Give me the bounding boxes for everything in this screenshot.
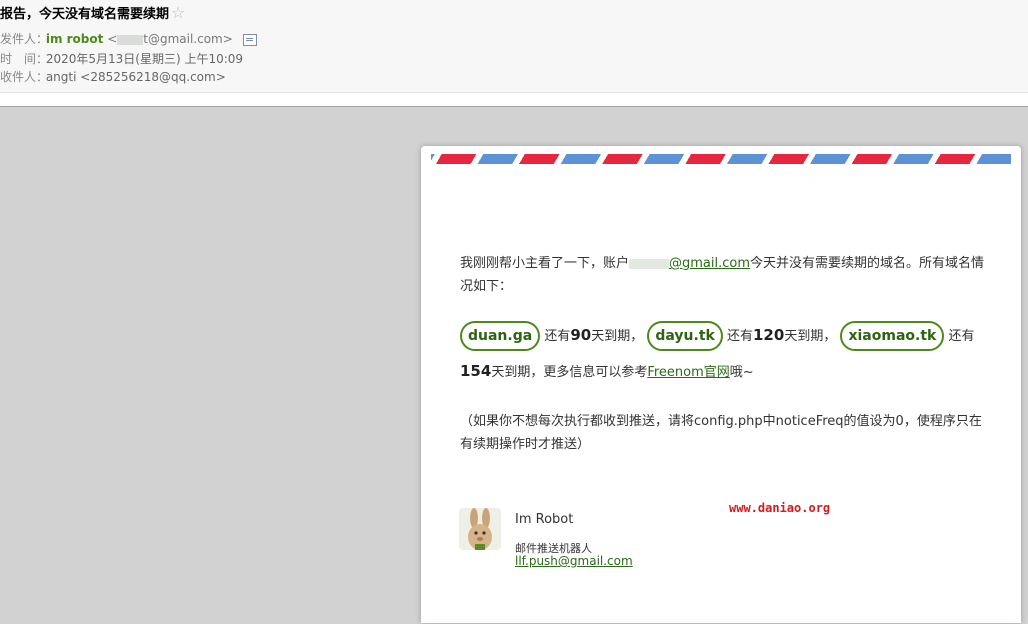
config-note: （如果你不想每次执行都收到推送，请将config.php中noticeFreq的… [460,414,982,452]
redacted-email-blur [117,34,144,45]
avatar [459,508,501,550]
time-label: 时 间： [0,52,49,66]
time-value: 2020年5月13日(星期三) 上午10:09 [45,52,244,66]
airmail-stripe [431,154,1011,164]
domain-pill: xiaomao.tk [840,321,945,351]
subject-text: 报告，今天没有域名需要续期 [0,7,170,22]
mail-header: 报告，今天没有域名需要续期 ☆ 发件人： im robot < t@gmail.co… [0,0,1028,93]
recipient-value: angti <285256218@qq.com> [45,70,226,84]
intro-text-a: 我刚刚帮小主看了一下，账户 [460,256,630,271]
recipient-row: 收件人： angti <285256218@qq.com> [0,68,226,85]
domain-pre-text: 还有 [726,329,753,344]
domain-post-text: 天到期， [784,329,837,344]
rabbit-avatar-icon [459,508,501,550]
sender-email-prefix: < [107,32,118,46]
sender-label: 发件人： [0,32,49,46]
domain-days: 154 [460,362,492,380]
domain-days: 120 [753,326,785,344]
signature-email-link[interactable]: llf.push@gmail.com [515,554,633,568]
sender-row: 发件人： im robot < t@gmail.com> [0,30,257,47]
mail-subject: 报告，今天没有域名需要续期 ☆ [0,3,185,22]
more-info-text: 更多信息可以参考 [543,365,648,380]
redacted-account-blur [629,258,670,269]
domain-pre-text: 还有 [544,329,571,344]
more-info-tail: 哦~ [729,365,754,380]
mail-body: 我刚刚帮小主看了一下，账户 @gmail.com今天并没有需要续期的域名。所有域名… [460,252,985,456]
freenom-link[interactable]: Freenom官网 [647,365,729,380]
domain-post-text: 天到期， [591,329,644,344]
domain-post-text: 天到期， [491,365,544,380]
recipient-label: 收件人： [0,70,49,84]
sender-name[interactable]: im robot [46,32,104,46]
domain-pill: dayu.tk [647,321,723,351]
domain-days: 90 [570,326,592,344]
contact-card-icon[interactable] [242,33,257,46]
domains-paragraph: duan.ga 还有90天到期， dayu.tk 还有120天到期， xiaom… [460,318,985,390]
domain-pill: duan.ga [460,321,541,351]
mail-card: 我刚刚帮小主看了一下，账户 @gmail.com今天并没有需要续期的域名。所有域名… [421,146,1021,623]
star-icon[interactable]: ☆ [171,3,185,22]
domain-pre-text: 还有 [948,329,975,344]
signature-name: Im Robot [515,512,574,527]
watermark-text: www.daniao.org [729,501,831,515]
time-row: 时 间： 2020年5月13日(星期三) 上午10:09 [0,50,243,67]
account-email-link[interactable]: @gmail.com [669,256,750,271]
sender-email-suffix: t@gmail.com> [143,32,233,46]
intro-paragraph: 我刚刚帮小主看了一下，账户 @gmail.com今天并没有需要续期的域名。所有域名… [460,252,985,298]
